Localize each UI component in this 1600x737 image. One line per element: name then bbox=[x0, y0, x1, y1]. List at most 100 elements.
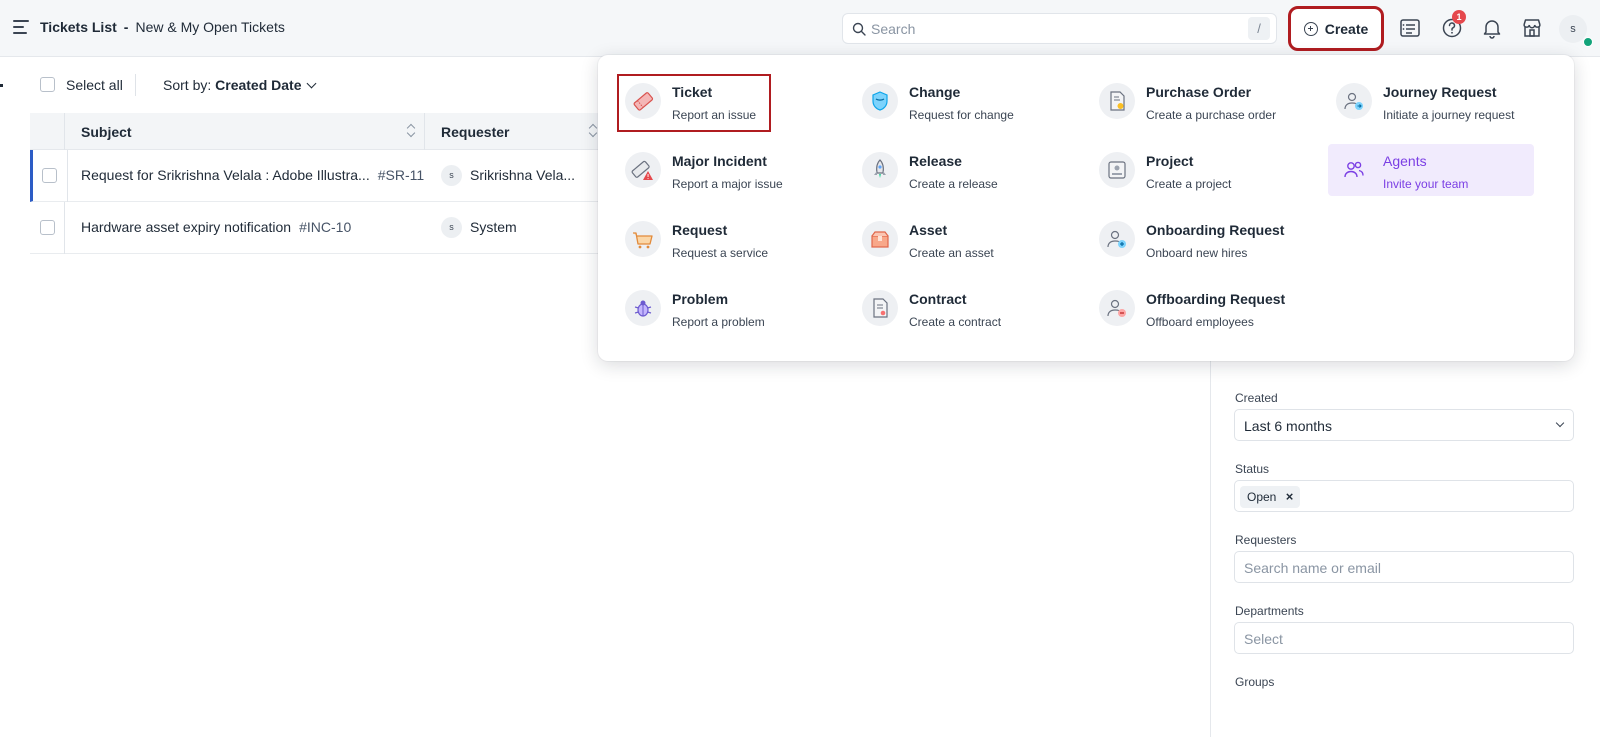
menu-item-subtitle: Report a major issue bbox=[672, 177, 783, 191]
create-menu-item-major-incident[interactable]: Major Incident Report a major issue bbox=[617, 144, 823, 196]
menu-item-title: Onboarding Request bbox=[1146, 222, 1285, 238]
remove-chip-icon[interactable]: × bbox=[1286, 486, 1294, 508]
agents-icon bbox=[1336, 152, 1372, 188]
menu-item-title: Journey Request bbox=[1383, 84, 1497, 100]
menu-item-subtitle: Onboard new hires bbox=[1146, 246, 1248, 260]
sort-value: Created Date bbox=[215, 77, 302, 93]
created-filter-label: Created bbox=[1235, 391, 1278, 405]
store-icon[interactable] bbox=[1520, 16, 1544, 40]
user-avatar-initial: s bbox=[1570, 23, 1576, 35]
search-input[interactable] bbox=[871, 19, 1231, 39]
create-menu-item-release[interactable]: Release Create a release bbox=[854, 144, 1060, 196]
sort-arrows-icon[interactable] bbox=[406, 121, 416, 139]
create-menu-item-agents[interactable]: Agents Invite your team bbox=[1328, 144, 1534, 196]
row-checkbox[interactable] bbox=[40, 220, 55, 235]
major-incident-icon bbox=[625, 152, 661, 188]
ticket-subject-text: Hardware asset expiry notification bbox=[81, 219, 292, 235]
menu-item-title: Purchase Order bbox=[1146, 84, 1252, 100]
menu-item-subtitle: Initiate a journey request bbox=[1383, 108, 1515, 122]
requester-name[interactable]: System bbox=[470, 219, 517, 235]
box-icon bbox=[862, 221, 898, 257]
create-menu-item-purchase-order[interactable]: Purchase Order Create a purchase order bbox=[1091, 75, 1297, 127]
groups-filter-label: Groups bbox=[1235, 675, 1275, 689]
requester-name[interactable]: Srikrishna Vela... bbox=[470, 167, 575, 183]
menu-item-title: Agents bbox=[1383, 153, 1427, 169]
global-search[interactable]: / bbox=[842, 13, 1277, 44]
menu-item-title: Project bbox=[1146, 153, 1194, 169]
select-all-label: Select all bbox=[66, 77, 123, 93]
service-catalog-icon[interactable] bbox=[1398, 16, 1422, 40]
cart-icon bbox=[625, 221, 661, 257]
create-menu-item-request[interactable]: Request Request a service bbox=[617, 213, 823, 265]
online-status-dot bbox=[1583, 37, 1593, 47]
create-button[interactable]: Create bbox=[1288, 6, 1384, 51]
departments-filter-input[interactable]: Select bbox=[1234, 622, 1574, 654]
search-icon bbox=[852, 22, 866, 36]
collapsed-panel-marker bbox=[0, 84, 3, 87]
ticket-subject-text: Request for Srikrishna Velala : Adobe Il… bbox=[81, 167, 370, 183]
menu-item-title: Problem bbox=[672, 291, 729, 307]
row-checkbox[interactable] bbox=[42, 168, 57, 183]
create-menu-item-change[interactable]: Change Request for change bbox=[854, 75, 1060, 127]
status-filter-input[interactable]: Open × bbox=[1234, 480, 1574, 512]
chevron-down-icon bbox=[1555, 418, 1565, 428]
menu-item-subtitle: Report a problem bbox=[672, 315, 765, 329]
rocket-icon bbox=[862, 152, 898, 188]
journey-icon bbox=[1336, 83, 1372, 119]
column-header-requester[interactable]: Requester bbox=[441, 124, 509, 140]
top-header: Tickets List-New & My Open Tickets / Cre… bbox=[0, 0, 1600, 57]
filter-panel: Created Last 6 months Status Open × Reque… bbox=[1210, 340, 1600, 737]
toolbar-divider bbox=[135, 74, 136, 96]
table-row[interactable]: Hardware asset expiry notification #INC-1… bbox=[30, 202, 600, 254]
create-menu-item-offboarding-request[interactable]: Offboarding Request Offboard employees bbox=[1091, 282, 1297, 334]
menu-item-title: Change bbox=[909, 84, 961, 100]
create-menu-item-journey-request[interactable]: Journey Request Initiate a journey reque… bbox=[1328, 75, 1534, 127]
menu-item-title: Offboarding Request bbox=[1146, 291, 1286, 307]
project-icon bbox=[1099, 152, 1135, 188]
menu-item-title: Asset bbox=[909, 222, 948, 238]
create-menu-item-asset[interactable]: Asset Create an asset bbox=[854, 213, 1060, 265]
plus-circle-icon bbox=[1303, 21, 1318, 36]
created-filter-select[interactable]: Last 6 months bbox=[1234, 409, 1574, 441]
menu-item-subtitle: Create a contract bbox=[909, 315, 1002, 329]
ticket-subject[interactable]: Request for Srikrishna Velala : Adobe Il… bbox=[81, 167, 424, 183]
bell-icon[interactable] bbox=[1480, 16, 1504, 40]
create-menu-item-problem[interactable]: Problem Report a problem bbox=[617, 282, 823, 334]
column-header-subject[interactable]: Subject bbox=[81, 124, 132, 140]
menu-item-title: Major Incident bbox=[672, 153, 767, 169]
create-menu-item-project[interactable]: Project Create a project bbox=[1091, 144, 1297, 196]
sort-arrows-icon[interactable] bbox=[588, 121, 598, 139]
sort-dropdown[interactable]: Sort by: Created Date bbox=[163, 77, 316, 93]
created-filter-value: Last 6 months bbox=[1244, 418, 1332, 434]
status-chip-open: Open × bbox=[1240, 486, 1301, 508]
create-dropdown-menu: Ticket Report an issue Major Incident Re… bbox=[598, 55, 1574, 361]
create-menu-item-onboarding-request[interactable]: Onboarding Request Onboard new hires bbox=[1091, 213, 1297, 265]
menu-item-title: Request bbox=[672, 222, 728, 238]
menu-item-subtitle: Create a release bbox=[909, 177, 998, 191]
create-menu-item-contract[interactable]: Contract Create a contract bbox=[854, 282, 1060, 334]
user-avatar[interactable]: s bbox=[1559, 15, 1593, 47]
table-header: Subject Requester bbox=[30, 113, 600, 150]
ticket-subject[interactable]: Hardware asset expiry notification #INC-1… bbox=[81, 219, 351, 235]
menu-item-title: Contract bbox=[909, 291, 967, 307]
menu-item-subtitle: Create a purchase order bbox=[1146, 108, 1277, 122]
view-selector[interactable]: New & My Open Tickets bbox=[135, 19, 284, 35]
chevron-down-icon bbox=[306, 78, 316, 89]
hamburger-menu-icon[interactable] bbox=[13, 20, 29, 34]
sort-prefix: Sort by: bbox=[163, 77, 212, 93]
requesters-filter-input[interactable]: Search name or email bbox=[1234, 551, 1574, 583]
shield-icon bbox=[862, 83, 898, 119]
column-divider bbox=[424, 113, 425, 150]
departments-placeholder: Select bbox=[1244, 631, 1283, 647]
table-row[interactable]: Request for Srikrishna Velala : Adobe Il… bbox=[30, 150, 600, 202]
select-all-checkbox[interactable] bbox=[40, 77, 55, 92]
departments-filter-label: Departments bbox=[1235, 604, 1304, 618]
ticket-id: #INC-10 bbox=[299, 219, 352, 235]
page-title: Tickets List - New & My Open Tickets bbox=[40, 19, 285, 35]
menu-item-subtitle: Request for change bbox=[909, 108, 1014, 122]
bug-icon bbox=[625, 290, 661, 326]
requester-avatar: s bbox=[441, 217, 462, 238]
ticket-id: #SR-11 bbox=[377, 167, 425, 183]
column-divider bbox=[64, 113, 65, 150]
menu-item-title: Release bbox=[909, 153, 962, 169]
